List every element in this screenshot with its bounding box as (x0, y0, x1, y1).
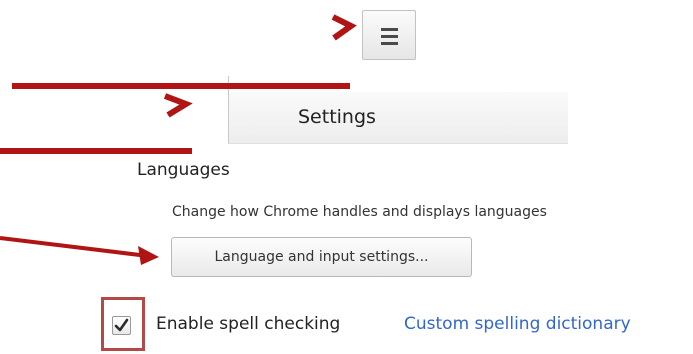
settings-menu-item[interactable] (228, 92, 568, 144)
chrome-menu-button[interactable] (362, 10, 416, 60)
language-input-settings-button[interactable]: Language and input settings... (171, 237, 472, 277)
spell-check-checkbox[interactable] (112, 316, 131, 335)
checkmark-icon (114, 318, 129, 332)
custom-dictionary-link[interactable]: Custom spelling dictionary (404, 314, 631, 334)
chevron-arrow-icon (163, 93, 193, 118)
screenshot-stage: Settings Languages Change how Chrome han… (0, 0, 693, 354)
annotation-line (0, 236, 149, 258)
arrow-head-icon (138, 246, 159, 265)
spell-check-label: Enable spell checking (156, 314, 341, 334)
settings-title: Settings (298, 106, 376, 128)
chevron-arrow-icon (331, 14, 357, 41)
languages-description: Change how Chrome handles and displays l… (172, 204, 547, 220)
languages-section-title: Languages (137, 160, 230, 180)
